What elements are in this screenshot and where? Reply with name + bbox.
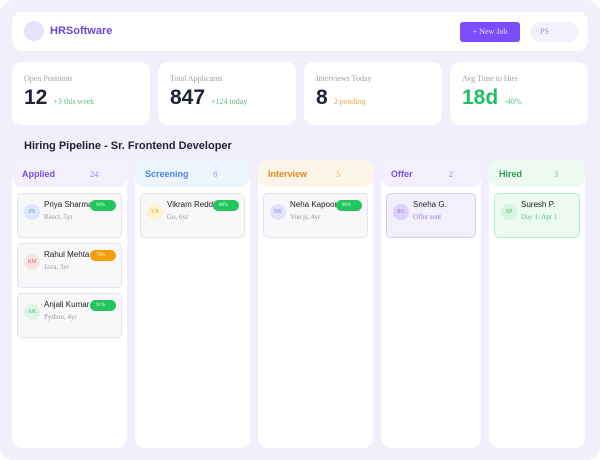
- stat-change: +124 today: [211, 97, 248, 106]
- stat-number: 18d: [462, 86, 499, 109]
- stat-change: +3 this week: [53, 97, 95, 106]
- pipeline-title: Hiring Pipeline - Sr. Frontend Developer: [24, 140, 232, 152]
- candidate-avatar: AK: [24, 304, 40, 320]
- candidate-avatar: SP: [501, 204, 517, 220]
- candidate-detail: Go, 6yr: [167, 213, 189, 221]
- column-name: Offer: [391, 169, 413, 179]
- column-count: 8: [213, 170, 218, 179]
- candidate-name: Sneha G.: [413, 200, 447, 209]
- match-score-badge: 88%: [213, 200, 239, 211]
- candidate-card[interactable]: RM Rahul Mehta Java, 3yr 78%: [17, 243, 122, 288]
- stat-label: Open Positions: [24, 74, 73, 83]
- candidate-detail: Java, 3yr: [44, 263, 70, 271]
- candidate-name: Suresh P.: [521, 200, 556, 209]
- candidate-card[interactable]: PS Priya Sharma React, 5yr 94%: [17, 193, 122, 238]
- stat-label: Total Applicants: [170, 74, 223, 83]
- stat-value: 18d -40%: [462, 86, 522, 110]
- match-score-badge: 91%: [90, 300, 116, 311]
- stat-value: 847 +124 today: [170, 86, 247, 110]
- brand-name: HRSoftware: [50, 25, 113, 37]
- app-frame: HRSoftware + New Job PS Open Positions 1…: [0, 0, 600, 460]
- stat-number: 8: [316, 86, 328, 109]
- candidate-card[interactable]: SP Suresh P. Day 1: Apr 1: [494, 193, 580, 238]
- column-header: Applied 24: [12, 160, 127, 187]
- column-name: Screening: [145, 169, 189, 179]
- match-score-badge: 86%: [336, 200, 362, 211]
- stat-number: 12: [24, 86, 48, 109]
- pipeline-column-applied: Applied 24 PS Priya Sharma React, 5yr 94%…: [12, 160, 127, 448]
- candidate-detail: Offer sent: [413, 213, 442, 221]
- candidate-detail: React, 5yr: [44, 213, 73, 221]
- top-header: HRSoftware + New Job PS: [12, 12, 588, 51]
- match-score-badge: 78%: [90, 250, 116, 261]
- column-count: 5: [336, 170, 341, 179]
- stat-value: 12 +3 this week: [24, 86, 94, 110]
- user-avatar-button[interactable]: PS: [530, 22, 578, 42]
- candidate-detail: Vue.js, 4yr: [290, 213, 321, 221]
- stat-label: Avg Time to Hire: [462, 74, 519, 83]
- column-name: Hired: [499, 169, 523, 179]
- stat-card: Open Positions 12 +3 this week: [12, 62, 150, 125]
- logo-icon: [24, 21, 44, 41]
- stat-card: Avg Time to Hire 18d -40%: [450, 62, 588, 125]
- column-name: Interview: [268, 169, 308, 179]
- candidate-avatar: RM: [24, 254, 40, 270]
- candidate-card[interactable]: AK Anjali Kumar Python, 4yr 91%: [17, 293, 122, 338]
- stat-label: Interviews Today: [316, 74, 372, 83]
- column-count: 3: [554, 170, 559, 179]
- pipeline-column-offer: Offer 2 SG Sneha G. Offer sent: [381, 160, 481, 448]
- column-header: Hired 3: [489, 160, 585, 187]
- column-header: Screening 8: [135, 160, 250, 187]
- candidate-card[interactable]: SG Sneha G. Offer sent: [386, 193, 476, 238]
- new-job-button[interactable]: + New Job: [460, 22, 520, 42]
- column-name: Applied: [22, 169, 55, 179]
- match-score-badge: 94%: [90, 200, 116, 211]
- column-count: 2: [449, 170, 453, 179]
- pipeline-column-interview: Interview 5 NK Neha Kapoor Vue.js, 4yr 86…: [258, 160, 373, 448]
- stat-change: 2 pending: [333, 97, 366, 106]
- column-header: Interview 5: [258, 160, 373, 187]
- candidate-card[interactable]: NK Neha Kapoor Vue.js, 4yr 86%: [263, 193, 368, 238]
- stat-value: 8 2 pending: [316, 86, 365, 110]
- stat-number: 847: [170, 86, 206, 109]
- column-count: 24: [90, 170, 99, 179]
- candidate-detail: Day 1: Apr 1: [521, 213, 558, 221]
- stat-card: Total Applicants 847 +124 today: [158, 62, 296, 125]
- candidate-avatar: PS: [24, 204, 40, 220]
- candidate-detail: Python, 4yr: [44, 313, 77, 321]
- pipeline-column-screening: Screening 8 VR Vikram Reddy Go, 6yr 88%: [135, 160, 250, 448]
- candidate-card[interactable]: VR Vikram Reddy Go, 6yr 88%: [140, 193, 245, 238]
- candidate-avatar: NK: [270, 204, 286, 220]
- pipeline-column-hired: Hired 3 SP Suresh P. Day 1: Apr 1: [489, 160, 585, 448]
- candidate-avatar: SG: [393, 204, 409, 220]
- column-header: Offer 2: [381, 160, 481, 187]
- candidate-avatar: VR: [147, 204, 163, 220]
- stat-card: Interviews Today 8 2 pending: [304, 62, 442, 125]
- stat-change: -40%: [504, 97, 522, 106]
